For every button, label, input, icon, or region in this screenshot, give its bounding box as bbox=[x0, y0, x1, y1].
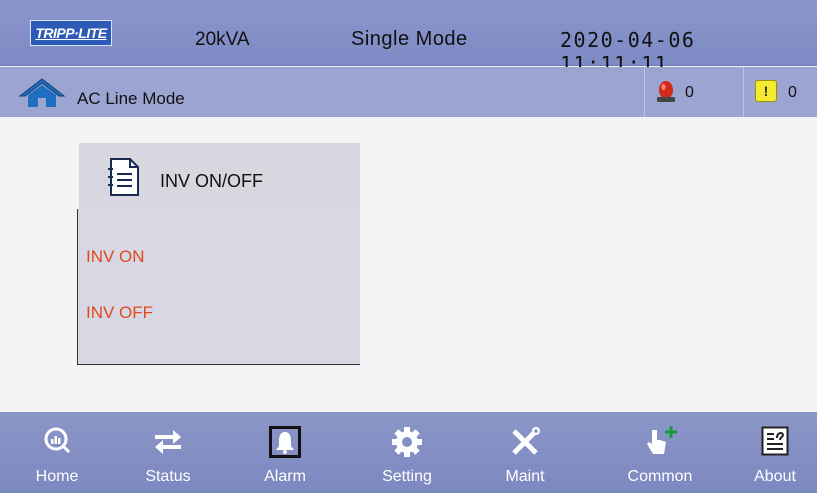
nav-label: Alarm bbox=[264, 468, 306, 485]
bell-icon bbox=[269, 426, 301, 458]
alarm-count: 0 bbox=[685, 84, 694, 101]
home-magnifier-icon bbox=[44, 427, 71, 454]
warning-count: 0 bbox=[788, 84, 797, 101]
mode-bar: AC Line Mode 0 ! 0 bbox=[0, 67, 817, 117]
nav-label: About bbox=[754, 468, 796, 485]
swap-arrows-icon bbox=[155, 430, 181, 454]
nav-label: Common bbox=[627, 468, 693, 485]
info-document-icon bbox=[761, 426, 789, 456]
nav-status[interactable]: Status bbox=[123, 412, 213, 493]
nav-label: Status bbox=[145, 468, 191, 485]
capacity-readout: 20kVA bbox=[195, 29, 250, 50]
divider bbox=[743, 67, 744, 117]
nav-label: Setting bbox=[382, 468, 432, 485]
top-status-bar: TRIPP·LITE 20kVA Single Mode 2020-04-06 … bbox=[0, 0, 817, 76]
nav-setting[interactable]: Setting bbox=[362, 412, 452, 493]
gear-icon bbox=[392, 427, 422, 457]
nav-maint[interactable]: Maint bbox=[480, 412, 570, 493]
panel-title: INV ON/OFF bbox=[160, 171, 263, 191]
nav-about[interactable]: About bbox=[730, 412, 817, 493]
wrench-screwdriver-icon bbox=[512, 427, 540, 455]
operating-mode: Single Mode bbox=[351, 28, 468, 50]
nav-common[interactable]: Common bbox=[615, 412, 705, 493]
tripp-lite-logo: TRIPP·LITE bbox=[30, 20, 112, 46]
bottom-navigation: Home Status Alarm Setting Maint Common A… bbox=[0, 412, 817, 493]
warning-icon[interactable]: ! bbox=[755, 80, 777, 102]
divider bbox=[644, 67, 645, 117]
inv-onoff-panel-header: INV ON/OFF bbox=[79, 143, 360, 209]
home-icon[interactable] bbox=[19, 78, 65, 108]
alarm-beacon-icon[interactable] bbox=[655, 79, 677, 103]
inv-onoff-options: INV ON INV OFF bbox=[77, 209, 360, 365]
nav-label: Maint bbox=[505, 468, 545, 485]
power-mode-label: AC Line Mode bbox=[77, 89, 185, 108]
document-icon bbox=[108, 158, 139, 196]
inv-on-button[interactable]: INV ON bbox=[86, 247, 145, 267]
nav-label: Home bbox=[35, 468, 79, 485]
nav-home[interactable]: Home bbox=[12, 412, 102, 493]
nav-alarm[interactable]: Alarm bbox=[240, 412, 330, 493]
inv-off-button[interactable]: INV OFF bbox=[86, 303, 153, 323]
hand-pointer-plus-icon bbox=[647, 426, 677, 454]
